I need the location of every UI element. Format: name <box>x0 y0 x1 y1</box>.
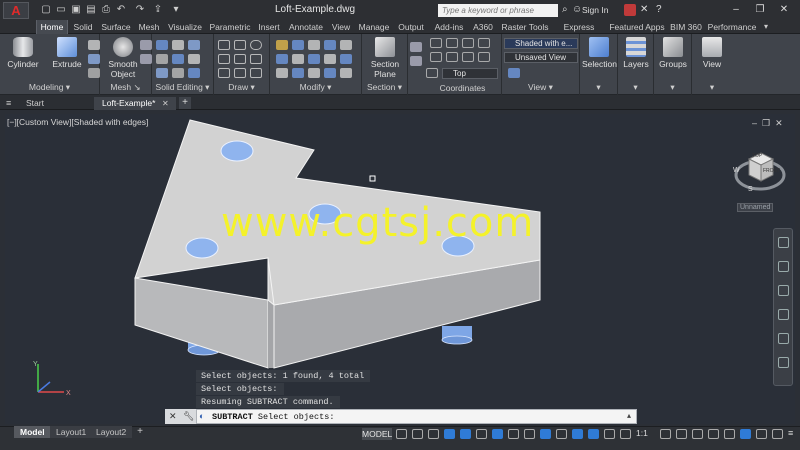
navbar-menu-icon[interactable] <box>778 357 789 368</box>
annotation-scale[interactable]: 1:1 <box>636 428 656 438</box>
grid-icon[interactable] <box>396 429 407 439</box>
named-view-badge[interactable]: Unnamed <box>737 203 773 212</box>
command-close-icon[interactable]: ✕ <box>169 411 177 421</box>
ucs-icon-origin: Y X <box>33 361 71 397</box>
polar-tracking-icon[interactable] <box>476 429 487 439</box>
layout-tab-layout2[interactable]: Layout2 <box>90 426 133 438</box>
viewcube-top-face[interactable]: TOP <box>752 153 762 159</box>
command-history: Select objects: 1 found, 4 total Select … <box>196 370 636 409</box>
zoom-icon[interactable] <box>778 285 789 296</box>
infer-constraints-icon[interactable] <box>428 429 439 439</box>
ortho-icon[interactable] <box>460 429 471 439</box>
watermark-text: www.cgtsj.com <box>221 200 535 246</box>
layout-tab-model[interactable]: Model <box>14 426 51 438</box>
command-line-controls: ✕ 🔧︎ <box>165 409 197 424</box>
lineweight-icon[interactable] <box>540 429 551 439</box>
dynamic-ucs-icon[interactable] <box>604 429 615 439</box>
showmotion-icon[interactable] <box>778 333 789 344</box>
viewcube-front-face[interactable]: FRONT <box>763 168 780 174</box>
viewcube-south-label[interactable]: S <box>748 186 753 193</box>
command-history-line: Select objects: 1 found, 4 total <box>196 370 371 382</box>
steering-wheel-icon[interactable] <box>778 237 789 248</box>
model-space-button[interactable]: MODEL <box>362 428 392 440</box>
svg-text:X: X <box>66 390 71 397</box>
layout-tab-layout1[interactable]: Layout1 <box>50 426 93 438</box>
workspace-switching-icon[interactable] <box>660 429 671 439</box>
clean-screen-icon[interactable] <box>772 429 783 439</box>
object-snap-tracking-icon[interactable] <box>508 429 519 439</box>
annotation-visibility-icon[interactable] <box>620 429 631 439</box>
command-history-line: Resuming SUBTRACT command. <box>196 396 340 408</box>
annotation-monitor-icon[interactable] <box>676 429 687 439</box>
orbit-icon[interactable] <box>778 309 789 320</box>
snap-icon[interactable] <box>412 429 423 439</box>
viewcube-west-label[interactable]: W <box>733 167 740 174</box>
transparency-icon[interactable] <box>556 429 567 439</box>
hole-top-left <box>220 140 254 162</box>
boss-cylinder-right <box>441 326 473 345</box>
cursor-pickbox <box>369 175 376 182</box>
command-history-toggle-icon[interactable]: ▴ <box>627 411 635 420</box>
add-layout-icon[interactable]: + <box>134 426 146 438</box>
pan-icon[interactable] <box>778 261 789 272</box>
command-history-line: Select objects: <box>196 383 284 395</box>
isolate-objects-icon[interactable] <box>740 429 751 439</box>
command-customize-icon[interactable]: 🔧︎ <box>183 411 194 421</box>
quick-properties-icon[interactable] <box>708 429 719 439</box>
isometric-drafting-icon[interactable] <box>492 429 503 439</box>
object-snap-icon[interactable] <box>524 429 535 439</box>
3d-object-snap-icon[interactable] <box>588 429 599 439</box>
customization-icon[interactable]: ≡ <box>788 428 798 438</box>
selection-cycling-icon[interactable] <box>572 429 583 439</box>
model-inner-face <box>268 300 274 368</box>
dynamic-input-icon[interactable] <box>444 429 455 439</box>
hardware-acceleration-icon[interactable] <box>756 429 767 439</box>
units-icon[interactable] <box>692 429 703 439</box>
hole-top-bottom <box>185 237 219 259</box>
lock-ui-icon[interactable] <box>724 429 735 439</box>
svg-text:Y: Y <box>33 361 38 368</box>
navigation-bar <box>773 228 793 386</box>
command-input[interactable]: SUBTRACT Select objects: <box>202 411 334 423</box>
command-prompt: Select objects: <box>257 412 335 422</box>
command-name: SUBTRACT <box>212 412 253 422</box>
